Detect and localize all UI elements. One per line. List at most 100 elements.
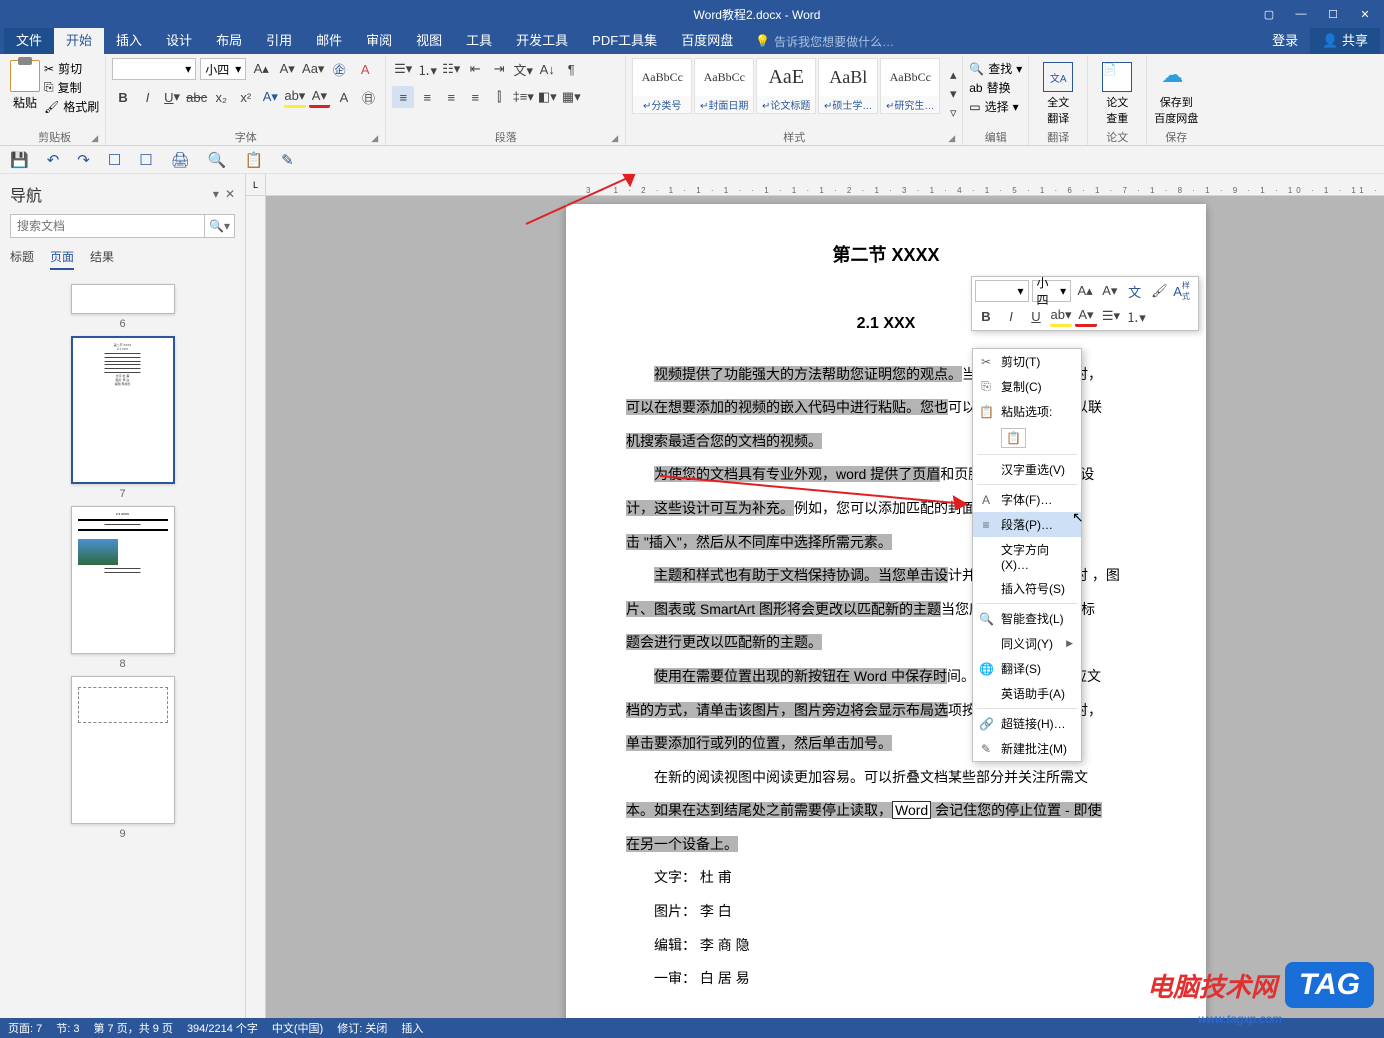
shrink-font-button[interactable]: A▾ [276, 58, 298, 80]
status-language[interactable]: 中文(中国) [272, 1020, 323, 1036]
status-insert-mode[interactable]: 插入 [401, 1020, 423, 1036]
ctx-hyperlink[interactable]: 🔗超链接(H)… [973, 711, 1081, 736]
subscript-button[interactable]: x₂ [210, 86, 232, 108]
save-baidu-button[interactable]: ☁ 保存到 百度网盘 [1153, 58, 1199, 129]
ruler-corner[interactable]: L [246, 174, 266, 196]
nav-search-input[interactable] [11, 215, 204, 237]
decrease-indent-button[interactable]: ⇤ [464, 58, 486, 80]
nav-close-button[interactable]: ✕ [225, 187, 235, 201]
bullets-button[interactable]: ☰▾ [392, 58, 414, 80]
italic-button[interactable]: I [137, 86, 159, 108]
styles-launcher[interactable]: ◢ [948, 133, 960, 145]
mini-numbering[interactable]: ⒈▾ [1125, 305, 1147, 327]
underline-button[interactable]: U▾ [161, 86, 183, 108]
tab-references[interactable]: 引用 [254, 28, 304, 54]
align-left-button[interactable]: ≡ [392, 86, 414, 108]
sort-button[interactable]: A↓ [536, 58, 558, 80]
tab-tools[interactable]: 工具 [454, 28, 504, 54]
shading-button[interactable]: ◧▾ [536, 86, 558, 108]
replace-button[interactable]: ab替换 [969, 79, 1022, 96]
qat-preview[interactable]: 🔍 [208, 151, 227, 169]
thumb-6[interactable]: 6 [71, 284, 175, 330]
paragraph-launcher[interactable]: ◢ [611, 133, 623, 145]
copy-button[interactable]: ⎘复制 [44, 79, 99, 96]
tab-design[interactable]: 设计 [154, 28, 204, 54]
find-button[interactable]: 🔍查找▾ [969, 60, 1022, 77]
justify-button[interactable]: ≡ [464, 86, 486, 108]
text-effects-button[interactable]: A▾ [260, 86, 282, 108]
styles-scroll-up[interactable]: ▴ [942, 66, 964, 84]
tell-me[interactable]: 💡告诉我您想要做什么… [745, 33, 894, 50]
multilevel-list-button[interactable]: ☷▾ [440, 58, 462, 80]
mini-font-color[interactable]: A▾ [1075, 305, 1097, 327]
enclose-characters-button[interactable]: ㊐ [358, 86, 380, 108]
highlight-button[interactable]: ab▾ [284, 86, 306, 108]
distributed-button[interactable]: ⫿ [488, 86, 510, 108]
phonetic-guide-button[interactable]: ㊭ [328, 58, 350, 80]
qat-undo[interactable]: ↶ [47, 151, 60, 169]
thumb-8[interactable]: 2.2 XXXX▬▬▬▬▬▬▬▬▬▬▬▬▬▬▬▬▬▬▬▬▬▬▬▬▬▬▬▬▬▬▬▬… [71, 506, 175, 670]
nav-search[interactable]: 🔍▾ [10, 214, 235, 238]
ctx-translate[interactable]: 🌐翻译(S) [973, 656, 1081, 681]
strikethrough-button[interactable]: abc [186, 86, 208, 108]
nav-tab-pages[interactable]: 页面 [50, 248, 74, 270]
mini-bold[interactable]: B [975, 305, 997, 327]
format-painter-button[interactable]: 🖌格式刷 [44, 98, 99, 115]
qat-print[interactable]: 🖨 [171, 151, 190, 169]
style-item-2[interactable]: AaE↵论文标题 [756, 58, 816, 114]
select-button[interactable]: ▭选择▾ [969, 98, 1022, 115]
full-translate-button[interactable]: 文A 全文 翻译 [1035, 58, 1081, 129]
font-family-select[interactable]: ▾ [112, 58, 196, 80]
nav-tab-headings[interactable]: 标题 [10, 248, 34, 270]
sign-in[interactable]: 登录 [1260, 28, 1310, 54]
asian-layout-button[interactable]: 文▾ [512, 58, 534, 80]
status-section[interactable]: 节: 3 [56, 1020, 79, 1036]
document-area[interactable]: L 3 · 1 · 2 · 1 · 1 · 1 · · 1 · 1 · 1 · … [246, 174, 1384, 1018]
ctx-new-comment[interactable]: ✎新建批注(M) [973, 736, 1081, 761]
mini-phonetic[interactable]: 文 [1124, 280, 1146, 302]
qat-item-4[interactable]: ☐ [139, 151, 152, 169]
tab-mailings[interactable]: 邮件 [304, 28, 354, 54]
minimize-button[interactable]: — [1286, 3, 1316, 25]
vertical-ruler[interactable] [246, 196, 266, 1018]
nav-pin-button[interactable]: ▾ [213, 187, 219, 201]
superscript-button[interactable]: x² [235, 86, 257, 108]
status-page[interactable]: 页面: 7 [8, 1020, 42, 1036]
font-size-select[interactable]: 小四▾ [200, 58, 246, 80]
mini-highlight[interactable]: ab▾ [1050, 305, 1072, 327]
align-right-button[interactable]: ≡ [440, 86, 462, 108]
ctx-paragraph[interactable]: ≡段落(P)… [973, 512, 1081, 537]
align-center-button[interactable]: ≡ [416, 86, 438, 108]
thesis-check-button[interactable]: 📄 论文 查重 [1094, 58, 1140, 129]
qat-item-7[interactable]: 📋 [244, 151, 263, 169]
nav-tab-results[interactable]: 结果 [90, 248, 114, 270]
ctx-text-direction[interactable]: 文字方向(X)… [973, 537, 1081, 576]
ctx-copy[interactable]: ⎘复制(C) [973, 374, 1081, 399]
cut-button[interactable]: ✂剪切 [44, 60, 99, 77]
mini-font-size[interactable]: 小四▾ [1032, 280, 1072, 302]
qat-redo[interactable]: ↷ [77, 151, 90, 169]
mini-bullets[interactable]: ☰▾ [1100, 305, 1122, 327]
style-item-0[interactable]: AaBbCc↵分类号 [632, 58, 692, 114]
qat-item-3[interactable]: ☐ [108, 151, 121, 169]
close-button[interactable]: ✕ [1350, 3, 1380, 25]
ctx-paste-option-icon[interactable]: 📋 [973, 424, 1081, 452]
bold-button[interactable]: B [112, 86, 134, 108]
ribbon-display-options[interactable]: ▢ [1254, 3, 1284, 25]
change-case-button[interactable]: Aa▾ [302, 58, 324, 80]
horizontal-ruler[interactable]: 3 · 1 · 2 · 1 · 1 · 1 · · 1 · 1 · 1 · 2 … [266, 174, 1384, 196]
tab-layout[interactable]: 布局 [204, 28, 254, 54]
ctx-smart-lookup[interactable]: 🔍智能查找(L) [973, 606, 1081, 631]
mini-italic[interactable]: I [1000, 305, 1022, 327]
increase-indent-button[interactable]: ⇥ [488, 58, 510, 80]
ctx-english-assistant[interactable]: 英语助手(A) [973, 681, 1081, 706]
grow-font-button[interactable]: A▴ [250, 58, 272, 80]
numbering-button[interactable]: ⒈▾ [416, 58, 438, 80]
share-button[interactable]: 👤 共享 [1310, 28, 1380, 54]
borders-button[interactable]: ▦▾ [560, 86, 582, 108]
ctx-insert-symbol[interactable]: 插入符号(S) [973, 576, 1081, 601]
status-word-count[interactable]: 394/2214 个字 [187, 1020, 258, 1036]
style-item-3[interactable]: AaBl↵硕士学… [818, 58, 878, 114]
style-item-4[interactable]: AaBbCc↵研究生… [880, 58, 940, 114]
mini-format-painter[interactable]: 🖌 [1148, 280, 1170, 302]
